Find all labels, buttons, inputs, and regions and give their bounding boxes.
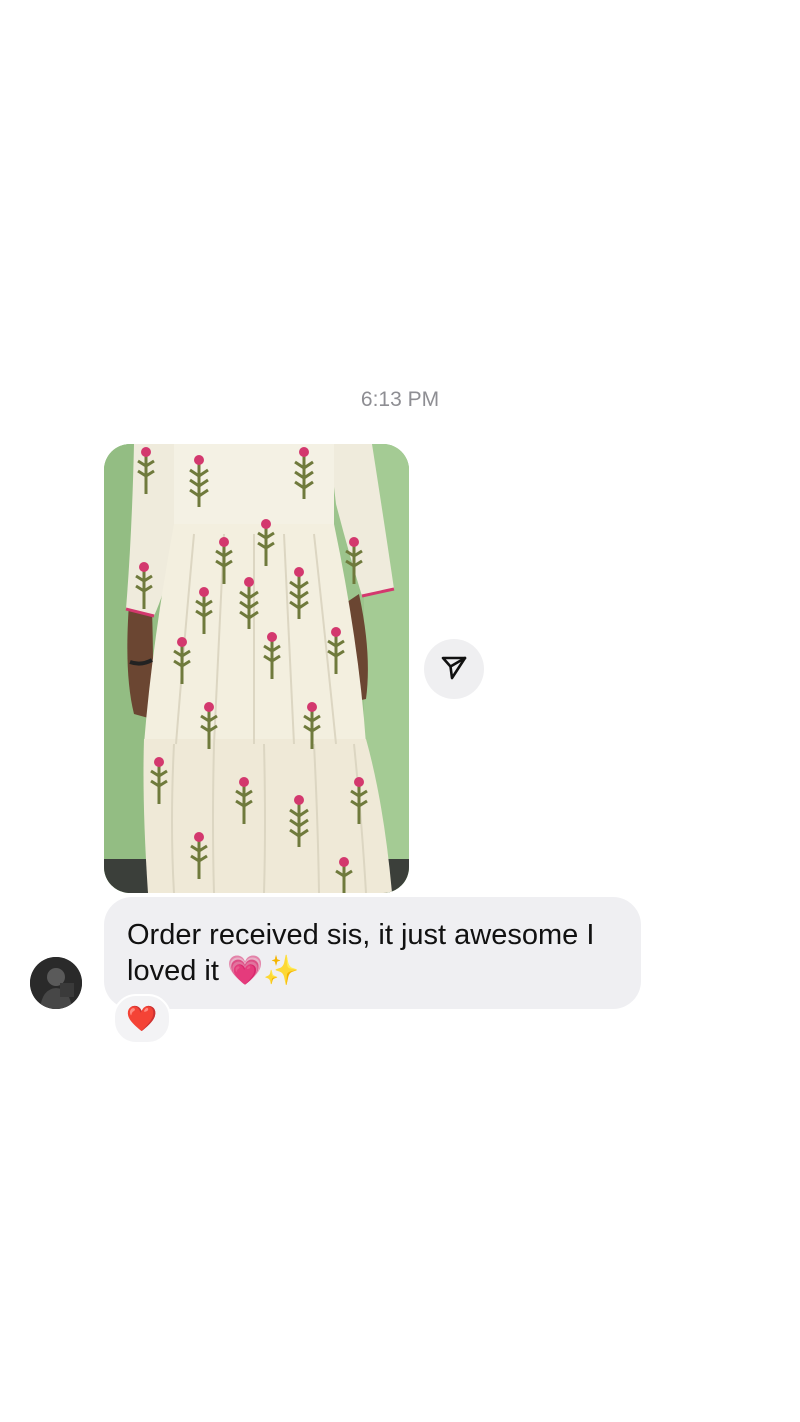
photo-message[interactable] — [104, 444, 409, 893]
heart-reaction[interactable]: ❤️ — [113, 994, 171, 1044]
sender-avatar[interactable] — [30, 957, 82, 1009]
message-timestamp: 6:13 PM — [360, 388, 440, 411]
text-message-bubble[interactable]: Order received sis, it just awesome I lo… — [104, 897, 641, 1009]
share-send-icon — [440, 653, 468, 686]
message-text: Order received sis, it just awesome I lo… — [127, 919, 595, 987]
avatar-image — [30, 957, 82, 1009]
share-button[interactable] — [424, 639, 484, 699]
dress-photo-image — [104, 444, 409, 893]
heart-reaction-emoji: ❤️ — [126, 1004, 158, 1033]
